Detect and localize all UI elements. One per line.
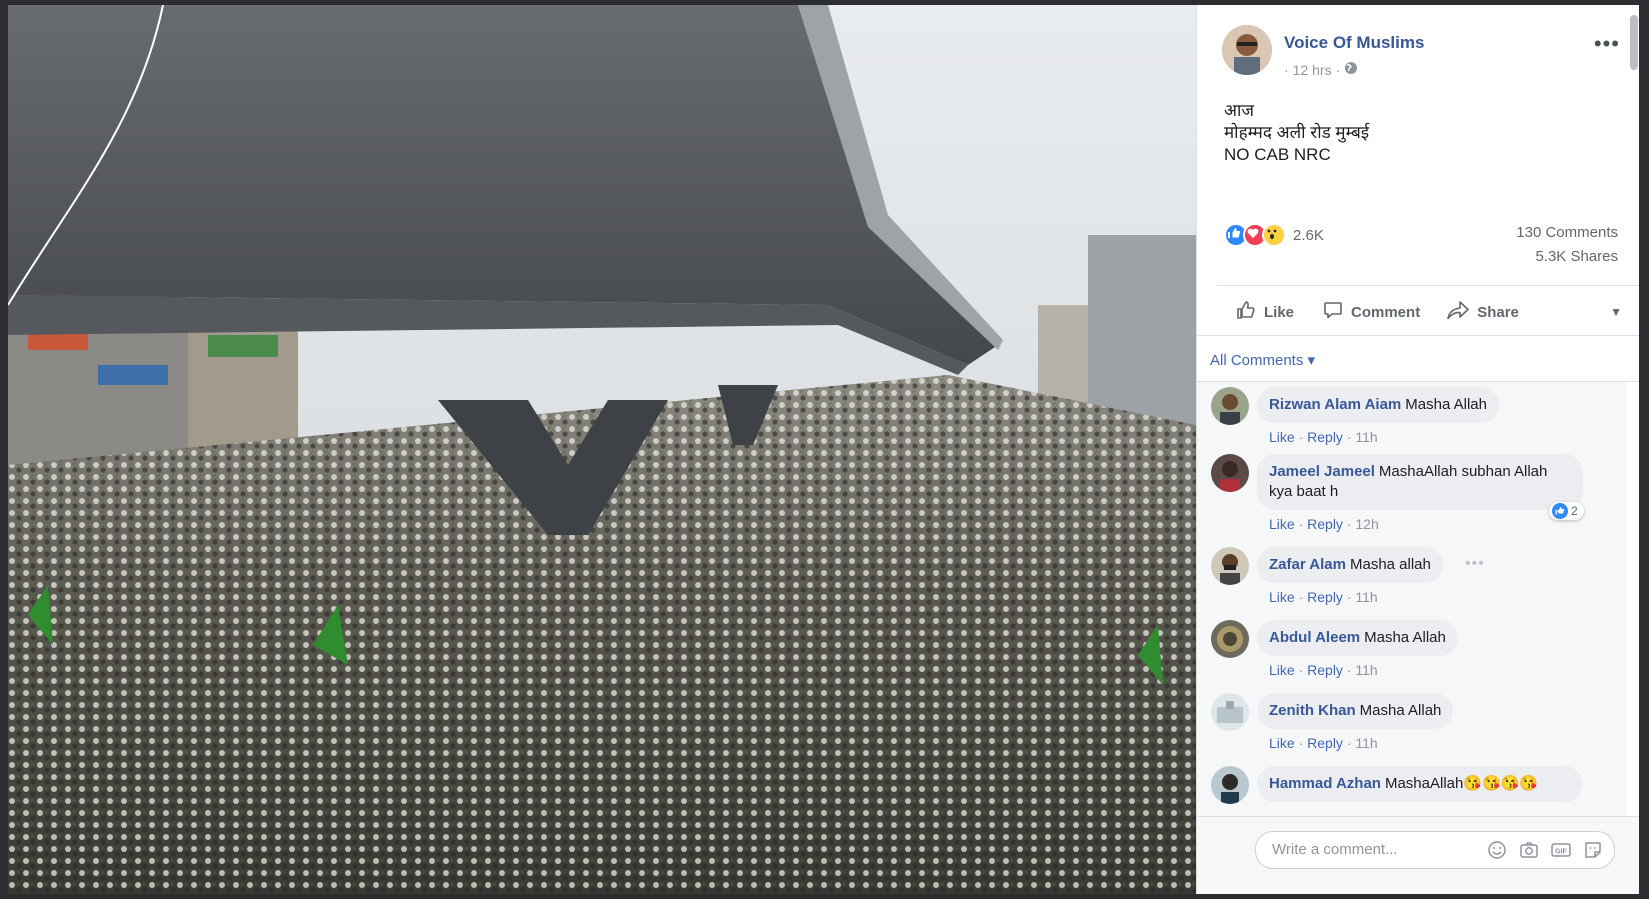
post-text-line: मोहम्मद अली रोड मुम्बई [1224,123,1370,142]
thumbs-up-icon [1552,503,1568,519]
svg-text:GIF: GIF [1555,849,1567,856]
post-photo[interactable] [8,5,1196,894]
gif-icon[interactable]: GIF [1550,839,1572,861]
comment-time[interactable]: 11h [1355,735,1377,751]
comments-filter-dropdown[interactable]: All Comments ▾ [1210,351,1315,369]
comments-count[interactable]: 130 Comments [1516,221,1618,245]
author-name[interactable]: Voice Of Muslims [1284,33,1424,53]
comment-text: MashaAllah😘😘😘😘 [1384,775,1539,792]
comment-meta: Like · Reply · 11h [1269,735,1378,751]
chevron-down-icon[interactable]: ▼ [1610,305,1622,319]
comment-bubble: Jameel Jameel MashaAllah subhan Allah kya… [1257,454,1583,510]
post-viewer: Voice Of Muslims · 12 hrs · ••• आज मोहम्… [8,5,1639,894]
divider [1217,285,1639,286]
comment-likes-badge[interactable]: 2 [1549,502,1584,520]
comment-bubble: Rizwan Alam Aiam Masha Allah [1257,387,1499,423]
smile-icon[interactable] [1486,839,1508,861]
post-meta: · 12 hrs · [1284,61,1358,78]
like-label: Like [1264,303,1295,321]
comment-label: Comment [1351,303,1421,321]
comment-bubble: Zenith Khan Masha Allah [1257,693,1454,729]
composer-icons: GIF [1486,839,1604,861]
reaction-count[interactable]: 2.6K [1293,227,1324,244]
comment-text: Masha Allah [1359,702,1442,719]
commenter-avatar[interactable] [1211,620,1249,658]
post-header: Voice Of Muslims · 12 hrs · ••• [1222,25,1620,85]
comment-bubble: Hammad Azhan MashaAllah😘😘😘😘 [1257,766,1583,802]
commenter-avatar[interactable] [1211,387,1249,425]
comment-reply-link[interactable]: Reply [1307,662,1343,678]
comment-reply-link[interactable]: Reply [1307,589,1343,605]
shares-count[interactable]: 5.3K Shares [1516,245,1618,269]
author-avatar[interactable] [1222,25,1272,75]
commenter-name[interactable]: Jameel Jameel [1269,463,1375,480]
comment-button[interactable]: Comment [1322,299,1420,325]
commenter-name[interactable]: Abdul Aleem [1269,629,1360,646]
commenter-name[interactable]: Zenith Khan [1269,702,1356,719]
commenter-avatar[interactable] [1211,547,1249,585]
comment-time[interactable]: 12h [1355,516,1378,532]
comment-time[interactable]: 11h [1355,662,1377,678]
commenter-avatar[interactable] [1211,693,1249,731]
action-bar: Like Comment Share ▼ [1217,287,1639,337]
comment-icon [1322,299,1344,325]
comment-like-link[interactable]: Like [1269,429,1295,445]
post-text: आज मोहम्मद अली रोड मुम्बई NO CAB NRC [1224,100,1369,166]
comment-text: Masha allah [1349,556,1431,573]
commenter-name[interactable]: Zafar Alam [1269,556,1346,573]
comment-meta: Like · Reply · 11h [1269,589,1378,605]
comment-text: Masha Allah [1364,629,1446,646]
commenter-avatar[interactable] [1211,766,1249,804]
divider [1197,335,1639,336]
comment-bubble: Abdul Aleem Masha Allah [1257,620,1458,656]
post-stats: 130 Comments 5.3K Shares [1516,221,1618,269]
post-text-line: NO CAB NRC [1224,145,1331,164]
comment-meta: Like · Reply · 12h [1269,516,1379,532]
comment-time[interactable]: 11h [1355,429,1377,445]
post-panel: Voice Of Muslims · 12 hrs · ••• आज मोहम्… [1196,5,1639,894]
comments-list: Rizwan Alam Aiam Masha Allah Like · Reply… [1197,382,1627,817]
comment-like-link[interactable]: Like [1269,662,1295,678]
post-time[interactable]: 12 hrs [1293,62,1332,78]
scrollbar[interactable] [1630,15,1638,70]
commenter-avatar[interactable] [1211,454,1249,492]
camera-icon[interactable] [1518,839,1540,861]
comment-text: Masha Allah [1405,396,1487,413]
sticker-icon[interactable] [1582,839,1604,861]
comment-like-link[interactable]: Like [1269,516,1295,532]
more-options-button[interactable]: ••• [1594,31,1620,57]
crowd-photo [8,5,1196,894]
wow-reaction-icon [1262,223,1286,247]
comment-reply-link[interactable]: Reply [1307,516,1343,532]
comment-composer: GIF [1197,816,1639,894]
comment-input[interactable] [1270,840,1474,859]
share-icon [1446,299,1470,325]
comment-bubble: Zafar Alam Masha allah [1257,547,1443,583]
like-button[interactable]: Like [1235,299,1294,325]
share-button[interactable]: Share [1446,299,1519,325]
comment-like-link[interactable]: Like [1269,589,1295,605]
comment-meta: Like · Reply · 11h [1269,429,1378,445]
meta-separator: · [1335,61,1341,78]
post-text-line: आज [1224,101,1254,120]
reactions-summary[interactable]: 2.6K [1224,223,1324,247]
meta-separator: · [1284,61,1289,78]
comment-like-link[interactable]: Like [1269,735,1295,751]
comment-reply-link[interactable]: Reply [1307,735,1343,751]
thumbs-up-icon [1235,299,1257,325]
share-label: Share [1477,303,1519,321]
comment-reply-link[interactable]: Reply [1307,429,1343,445]
comment-input-box[interactable]: GIF [1255,831,1615,869]
commenter-name[interactable]: Rizwan Alam Aiam [1269,396,1401,413]
comment-likes-count: 2 [1571,504,1578,518]
commenter-name[interactable]: Hammad Azhan [1269,775,1381,792]
comment-meta: Like · Reply · 11h [1269,662,1378,678]
comment-time[interactable]: 11h [1355,589,1377,605]
comment-options-icon[interactable]: ••• [1465,555,1485,573]
globe-icon [1344,61,1358,78]
